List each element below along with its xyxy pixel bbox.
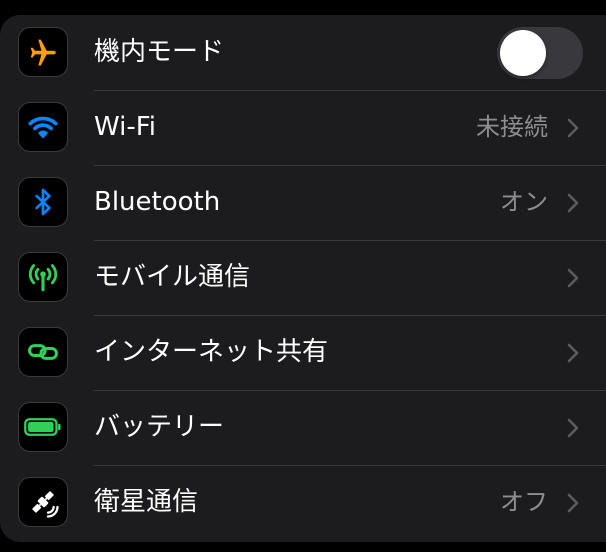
chevron-right-icon — [567, 418, 579, 438]
cellular-label: モバイル通信 — [94, 262, 251, 292]
bluetooth-status-value: オン — [500, 188, 548, 216]
settings-group: 機内モード Wi-Fi 未接続 Bluetooth オン モバイル通信 インター… — [0, 15, 606, 542]
chevron-right-icon — [567, 118, 579, 138]
bluetooth-row[interactable]: Bluetooth オン — [0, 165, 606, 240]
cellular-antenna-icon — [18, 252, 68, 302]
wifi-status-value: 未接続 — [476, 113, 548, 141]
satellite-row[interactable]: 衛星通信 オフ — [0, 465, 606, 540]
personal-hotspot-link-icon — [18, 327, 68, 377]
chevron-right-icon — [567, 193, 579, 213]
airplane-mode-toggle[interactable] — [497, 27, 583, 79]
personal-hotspot-label: インターネット共有 — [94, 337, 329, 367]
chevron-right-icon — [567, 268, 579, 288]
chevron-right-icon — [567, 493, 579, 513]
toggle-knob — [500, 30, 546, 76]
satellite-status-value: オフ — [500, 488, 548, 516]
satellite-label: 衛星通信 — [94, 487, 199, 517]
battery-label: バッテリー — [94, 412, 225, 442]
cellular-row[interactable]: モバイル通信 — [0, 240, 606, 315]
chevron-right-icon — [567, 343, 579, 363]
wifi-icon — [18, 102, 68, 152]
bluetooth-icon — [18, 177, 68, 227]
wifi-row[interactable]: Wi-Fi 未接続 — [0, 90, 606, 165]
airplane-icon — [18, 27, 68, 77]
airplane-mode-row[interactable]: 機内モード — [0, 15, 606, 90]
wifi-label: Wi-Fi — [94, 112, 157, 142]
bluetooth-label: Bluetooth — [94, 187, 221, 217]
battery-icon — [18, 402, 68, 452]
battery-row[interactable]: バッテリー — [0, 390, 606, 465]
satellite-icon — [18, 477, 68, 527]
personal-hotspot-row[interactable]: インターネット共有 — [0, 315, 606, 390]
airplane-mode-label: 機内モード — [94, 37, 225, 67]
